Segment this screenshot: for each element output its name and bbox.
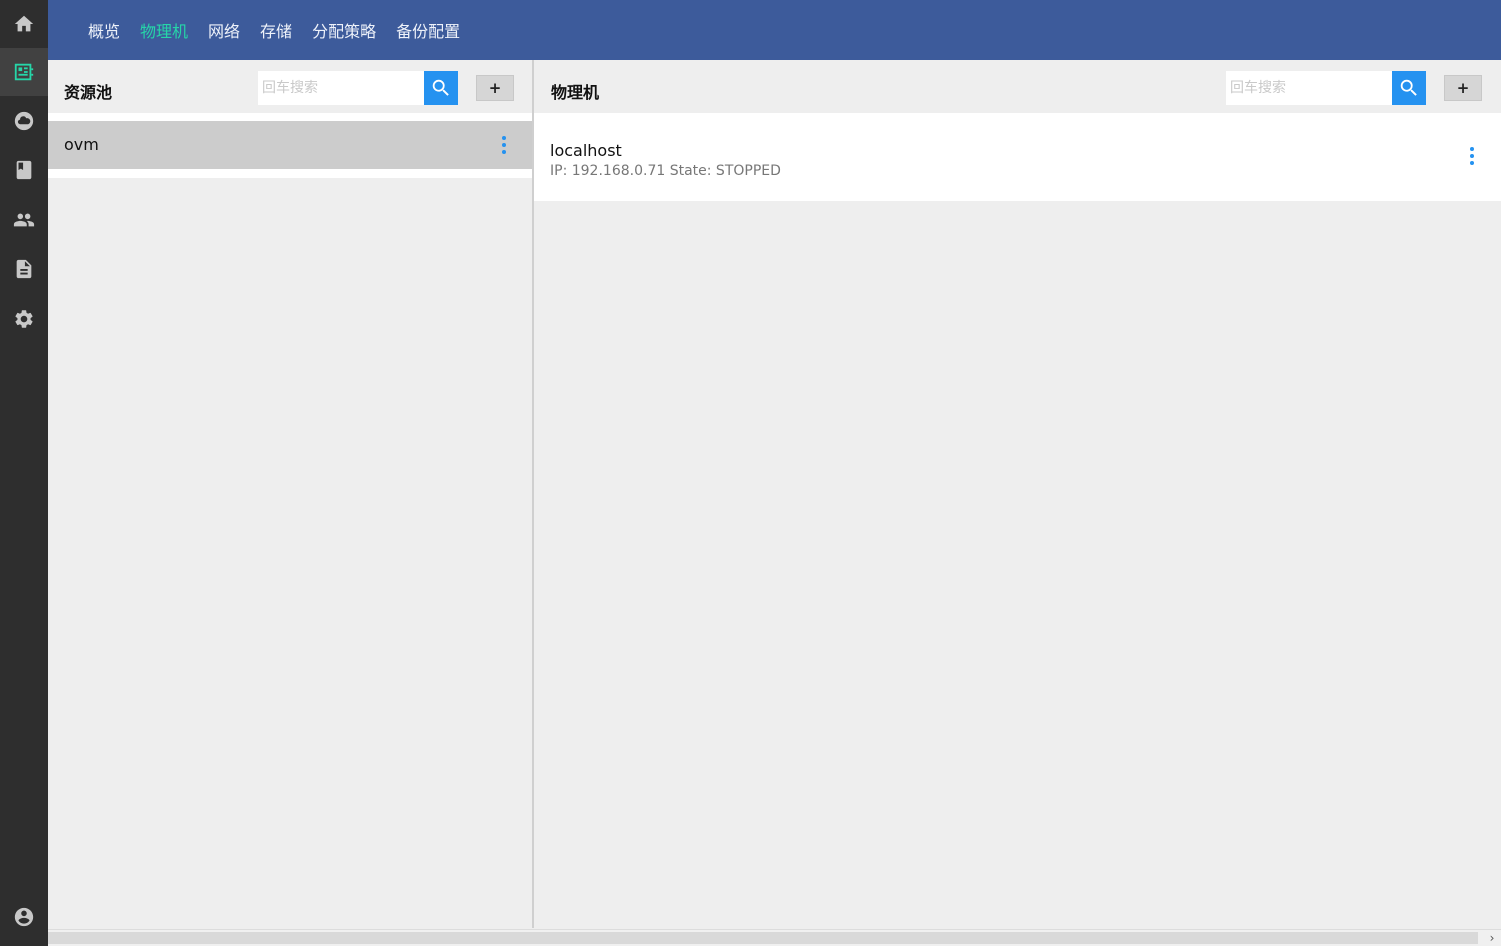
nav-overview[interactable]: 概览 [88,18,120,42]
sidebar-settings[interactable] [0,295,48,343]
host-panel: 物理机 + localhost IP: 192.168.0.71 State: … [534,60,1501,928]
nav-storage[interactable]: 存储 [260,18,292,42]
list-item[interactable]: localhost IP: 192.168.0.71 State: STOPPE… [534,113,1501,201]
scrollbar-thumb[interactable] [48,932,1478,944]
host-panel-title: 物理机 [551,83,600,102]
sidebar-account[interactable] [0,893,48,941]
host-search-button[interactable] [1392,71,1426,105]
sidebar-hosts[interactable] [0,48,48,96]
nav-hosts[interactable]: 物理机 [140,18,188,42]
top-bar: 概览 物理机 网络 存储 分配策略 备份配置 [48,0,1501,60]
sidebar-book[interactable] [0,146,48,194]
book-icon [16,160,32,180]
top-nav: 概览 物理机 网络 存储 分配策略 备份配置 [88,0,480,60]
resource-pool-panel: 资源池 + ovm [48,60,532,928]
home-icon [14,15,34,32]
search-icon [1400,79,1417,96]
search-icon [432,79,449,96]
add-pool-button[interactable]: + [476,75,514,101]
host-meta: IP: 192.168.0.71 State: STOPPED [550,163,781,179]
document-icon [16,259,32,279]
people-icon [13,213,35,227]
account-circle-icon [14,907,34,927]
nav-network[interactable]: 网络 [208,18,240,42]
icon-sidebar [0,0,48,946]
more-vert-icon[interactable] [496,134,512,156]
sidebar-cloud[interactable] [0,97,48,145]
cloud-icon [14,111,34,131]
pool-search-input[interactable] [258,71,424,105]
nav-allocation-policy[interactable]: 分配策略 [312,18,376,42]
host-name: localhost [550,141,622,160]
scroll-right-arrow-icon[interactable]: › [1485,930,1499,946]
pool-panel-title: 资源池 [64,83,113,102]
sidebar-home[interactable] [0,0,48,48]
pool-list: ovm [48,113,532,178]
more-vert-icon[interactable] [1464,145,1480,167]
sidebar-users[interactable] [0,196,48,244]
server-board-icon [14,63,34,81]
add-host-button[interactable]: + [1444,75,1482,101]
pool-name: ovm [64,135,99,154]
list-item[interactable]: ovm [48,121,532,169]
host-search-input[interactable] [1226,71,1392,105]
horizontal-scrollbar[interactable]: › [48,929,1501,946]
gear-icon [15,310,33,328]
pool-search-button[interactable] [424,71,458,105]
nav-backup-config[interactable]: 备份配置 [396,18,460,42]
sidebar-documents[interactable] [0,245,48,293]
